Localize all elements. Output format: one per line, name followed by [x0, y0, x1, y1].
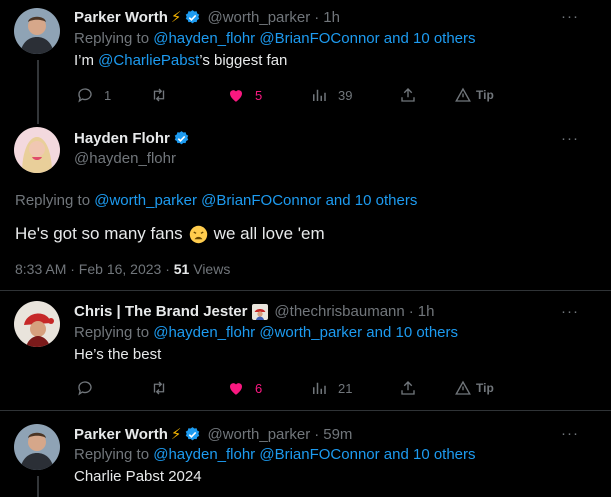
replying-to-users[interactable]: @worth_parker @BrianFOConnor and 10 othe… — [94, 192, 417, 209]
tweet-time[interactable]: 1h — [418, 303, 435, 320]
replying-prefix: Replying to — [74, 446, 150, 463]
author-name[interactable]: Parker Worth — [74, 9, 168, 26]
separator-dot: · — [408, 303, 414, 320]
author-name[interactable]: Hayden Flohr — [74, 130, 170, 147]
tweet-actions: 6 21 Tip — [74, 379, 514, 399]
lightning-icon: ⚡ — [170, 9, 182, 26]
tip-icon — [455, 380, 471, 395]
replying-to-users[interactable]: @hayden_flohr @BrianFOConnor and 10 othe… — [153, 446, 475, 463]
tweet-text-post: ’s biggest fan — [199, 52, 288, 69]
like-button[interactable]: 5 — [227, 86, 262, 104]
tip-icon — [455, 87, 471, 102]
replying-to: Replying to @hayden_flohr @BrianFOConnor… — [74, 446, 476, 463]
tweet-header: Parker Worth ⚡ @worth_parker · 1h — [74, 8, 340, 27]
tweet-time[interactable]: 59m — [323, 426, 352, 443]
share-icon — [401, 88, 415, 102]
view-count: 51 — [173, 261, 190, 277]
verified-icon — [174, 131, 189, 145]
jester-badge-icon — [252, 303, 269, 320]
like-count: 5 — [255, 87, 263, 103]
tweet-header: Parker Worth ⚡ @worth_parker · 59m — [74, 425, 352, 444]
analytics-icon — [313, 382, 326, 394]
tweet-time[interactable]: 1h — [323, 9, 340, 26]
tweet-meta: 8:33 AM · Feb 16, 2023 · 51 Views — [15, 261, 230, 277]
tweet-text: He’s the best — [74, 346, 162, 363]
tweet-text: He's got so many fans we all love 'em — [15, 224, 325, 244]
tweet-text-post: we all love 'em — [213, 224, 325, 243]
tweet-text: I’m @CharliePabst’s biggest fan — [74, 52, 287, 69]
author-name[interactable]: Parker Worth — [74, 426, 168, 443]
avatar-chris-baumann[interactable] — [14, 301, 60, 347]
author-handle[interactable]: @worth_parker — [207, 9, 310, 26]
view-count: 39 — [338, 87, 353, 103]
view-count: 21 — [338, 380, 353, 396]
share-icon — [401, 381, 415, 395]
views-label: Views — [189, 261, 231, 277]
tweet-text: Charlie Pabst 2024 — [74, 468, 202, 485]
avatar-parker-worth[interactable] — [14, 8, 60, 54]
tip-label: Tip — [476, 381, 494, 395]
tip-button[interactable]: Tip — [454, 379, 494, 397]
divider — [0, 290, 611, 291]
tweet-header: Chris | The Brand Jester @thechrisbauman… — [74, 303, 434, 320]
tweet-text-pre: I’m — [74, 52, 99, 69]
timestamp[interactable]: 8:33 AM · Feb 16, 2023 · — [15, 261, 174, 277]
more-options-icon[interactable]: ··· — [561, 425, 579, 442]
views-button[interactable]: 39 — [310, 86, 352, 104]
thread-connector — [37, 60, 39, 124]
verified-icon — [186, 9, 200, 23]
reply-button[interactable]: 1 — [76, 86, 111, 104]
tip-label: Tip — [476, 88, 494, 102]
focused-author: Hayden Flohr @hayden_flohr — [74, 130, 190, 167]
more-options-icon[interactable]: ··· — [561, 303, 579, 320]
like-button[interactable]: 6 — [227, 379, 262, 397]
retweet-icon — [153, 88, 165, 102]
analytics-icon — [313, 89, 326, 101]
reply-count: 1 — [104, 87, 112, 103]
verified-icon — [186, 426, 200, 440]
replying-prefix: Replying to — [74, 30, 150, 47]
like-count: 6 — [255, 380, 263, 396]
replying-prefix: Replying to — [74, 324, 150, 341]
replying-to: Replying to @hayden_flohr @BrianFOConnor… — [74, 30, 476, 47]
retweet-button[interactable] — [150, 379, 168, 397]
views-button[interactable]: 21 — [310, 379, 352, 397]
thread-connector — [37, 476, 39, 497]
weary-face-icon — [189, 225, 207, 243]
replying-prefix: Replying to — [15, 192, 91, 209]
author-name[interactable]: Chris | The Brand Jester — [74, 303, 247, 320]
heart-icon — [230, 90, 242, 102]
tip-button[interactable]: Tip — [454, 86, 494, 104]
share-button[interactable] — [399, 86, 417, 104]
author-handle[interactable]: @worth_parker — [207, 426, 310, 443]
author-handle[interactable]: @thechrisbaumann — [274, 303, 404, 320]
lightning-icon: ⚡ — [170, 426, 182, 443]
replying-to-users[interactable]: @hayden_flohr @BrianFOConnor and 10 othe… — [153, 30, 475, 47]
reply-button[interactable] — [76, 379, 94, 397]
separator-dot: · — [314, 425, 320, 443]
tweet-text-pre: He's got so many fans — [15, 224, 183, 243]
heart-icon — [230, 383, 242, 395]
retweet-icon — [153, 381, 165, 395]
retweet-button[interactable] — [150, 86, 168, 104]
avatar-hayden-flohr[interactable] — [14, 127, 60, 173]
replying-to-users[interactable]: @hayden_flohr @worth_parker and 10 other… — [153, 324, 458, 341]
divider — [0, 410, 611, 411]
more-options-icon[interactable]: ··· — [561, 8, 579, 25]
more-options-icon[interactable]: ··· — [561, 130, 579, 147]
share-button[interactable] — [399, 379, 417, 397]
reply-icon — [78, 381, 92, 396]
reply-icon — [78, 88, 92, 103]
separator-dot: · — [314, 8, 320, 26]
replying-to: Replying to @worth_parker @BrianFOConnor… — [15, 192, 417, 209]
replying-to: Replying to @hayden_flohr @worth_parker … — [74, 324, 458, 341]
tweet-actions: 1 5 39 Tip — [74, 86, 514, 106]
author-handle[interactable]: @hayden_flohr — [74, 150, 190, 167]
avatar-parker-worth[interactable] — [14, 424, 60, 470]
mention-link[interactable]: @CharliePabst — [98, 52, 199, 69]
